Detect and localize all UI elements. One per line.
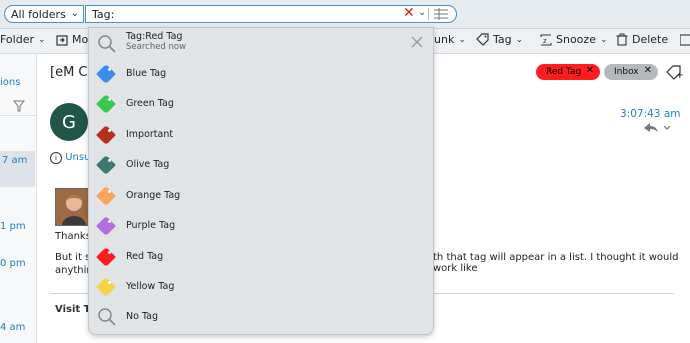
folder-chip-inbox[interactable]: Inbox ✕: [604, 64, 658, 80]
snooze-icon: z: [540, 33, 552, 46]
folder-select[interactable]: All folders ⌄: [4, 5, 84, 23]
chevron-down-icon: ⌄: [38, 34, 46, 45]
tag-icon: [96, 186, 117, 206]
folder-button-label: Folder: [0, 33, 34, 46]
recent-search-title: Tag:Red Tag: [126, 31, 183, 42]
move-icon: [56, 34, 68, 46]
tag-option-label: Important: [126, 129, 174, 140]
tag-option-label: Green Tag: [126, 98, 174, 109]
list-item-time: 4 am: [0, 322, 26, 333]
clear-search-icon[interactable]: ✕: [403, 5, 415, 21]
tag-icon: [476, 33, 489, 46]
list-item-time: 7 am: [2, 155, 28, 166]
list-item-time: 0 pm: [0, 258, 26, 269]
reply-icon[interactable]: [642, 121, 676, 135]
unsubscribe-row[interactable]: i Unsu: [50, 152, 90, 164]
tag-icon: [96, 64, 117, 84]
tag-option-label: Yellow Tag: [126, 281, 175, 292]
tag-option-red[interactable]: Red Tag: [89, 242, 433, 272]
search-icon: [98, 35, 116, 53]
tag-option-important[interactable]: Important: [89, 120, 433, 150]
advanced-search-icon[interactable]: [434, 8, 448, 20]
chevron-down-icon: ⌄: [515, 34, 524, 45]
tag-button[interactable]: Tag ⌄: [476, 33, 523, 46]
chevron-down-icon: ⌄: [458, 34, 466, 45]
snooze-button[interactable]: z Snooze ⌄: [540, 33, 608, 46]
tag-option-label: Olive Tag: [126, 159, 170, 170]
search-icon: [98, 308, 116, 326]
tag-option-label: No Tag: [126, 311, 159, 322]
search-input[interactable]: Tag: ✕ ⌄: [85, 5, 457, 23]
folder-chip-label: Inbox: [614, 67, 639, 77]
add-tag-icon[interactable]: +: [666, 64, 684, 81]
divider: [428, 8, 429, 20]
chevron-down-icon: ⌄: [599, 34, 608, 45]
list-header: [0, 97, 36, 116]
remove-folder-icon[interactable]: ✕: [644, 65, 652, 76]
body-text: th that tag will appear in a list. I tho…: [433, 252, 679, 274]
tag-icon: [96, 155, 117, 175]
trash-icon: [616, 33, 628, 46]
tag-option-orange[interactable]: Orange Tag: [89, 181, 433, 211]
snooze-button-label: Snooze: [556, 33, 596, 46]
avatar: G: [50, 103, 88, 141]
svg-text:z: z: [543, 37, 547, 45]
tag-option-none[interactable]: No Tag: [89, 302, 433, 332]
remove-tag-icon[interactable]: ✕: [586, 65, 594, 76]
tag-suggestions-dropdown: Tag:Red Tag Searched now Blue Tag Green …: [88, 27, 434, 335]
info-icon: i: [50, 152, 62, 164]
tag-option-yellow[interactable]: Yellow Tag: [89, 272, 433, 302]
tag-option-purple[interactable]: Purple Tag: [89, 211, 433, 241]
tag-icon: [96, 94, 117, 114]
tag-option-label: Orange Tag: [126, 190, 181, 201]
junk-button-label: unk: [434, 33, 455, 46]
search-value: Tag:: [92, 7, 115, 21]
tag-chip-red[interactable]: Red Tag ✕: [536, 64, 600, 80]
tag-option-green[interactable]: Green Tag: [89, 89, 433, 119]
close-icon[interactable]: [411, 36, 423, 48]
tag-icon: [96, 216, 117, 236]
left-link[interactable]: ions: [0, 77, 20, 88]
tag-icon: [96, 277, 117, 297]
junk-button[interactable]: unk ⌄: [434, 33, 466, 46]
recent-search-subtitle: Searched now: [126, 42, 187, 52]
chevron-down-icon[interactable]: ⌄: [418, 7, 426, 18]
move-button-label: Mo: [72, 33, 89, 46]
list-item-selected[interactable]: 7 am: [0, 151, 35, 187]
move-button[interactable]: Mo: [56, 33, 88, 46]
folder-button[interactable]: Folder ⌄: [0, 33, 46, 46]
tag-chip-label: Red Tag: [546, 67, 582, 77]
delete-button[interactable]: Delete: [616, 33, 668, 46]
tag-option-olive[interactable]: Olive Tag: [89, 150, 433, 180]
tag-icon: [96, 125, 117, 145]
list-item-time: 1 pm: [0, 221, 26, 232]
message-time: 3:07:43 am: [620, 108, 681, 120]
tag-option-blue[interactable]: Blue Tag: [89, 59, 433, 89]
delete-button-label: Delete: [632, 33, 669, 46]
archive-icon[interactable]: [679, 33, 690, 47]
tag-option-label: Blue Tag: [126, 68, 167, 79]
unsubscribe-link[interactable]: Unsu: [65, 152, 90, 163]
svg-text:+: +: [676, 71, 684, 80]
folder-select-label: All folders: [11, 7, 66, 21]
tag-button-label: Tag: [493, 33, 512, 46]
tag-option-label: Red Tag: [126, 251, 164, 262]
chevron-down-icon: ⌄: [70, 8, 79, 19]
tag-option-label: Purple Tag: [126, 220, 176, 231]
tag-icon: [96, 247, 117, 267]
recent-search-item[interactable]: Tag:Red Tag Searched now: [89, 28, 433, 56]
